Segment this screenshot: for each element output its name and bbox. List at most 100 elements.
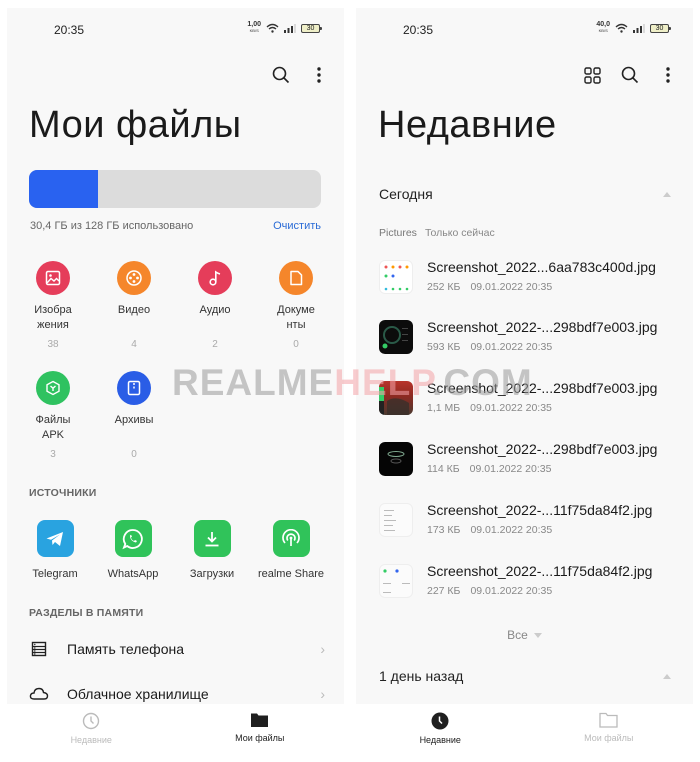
wireless-share-icon <box>282 528 300 546</box>
my-files-body: 20:35 1,00 KB/S 30 Мои файлы 30,4 ГБ из 1… <box>7 8 344 704</box>
chevron-right-icon: › <box>320 686 325 702</box>
category-icon-bg <box>36 371 70 405</box>
search-button[interactable] <box>619 64 641 86</box>
telegram-icon <box>46 531 63 546</box>
category-apk[interactable]: Файлы APK 3 <box>13 371 93 460</box>
more-options-button[interactable] <box>657 64 679 86</box>
my-files-screen: 20:35 1,00 KB/S 30 Мои файлы 30,4 ГБ из 1… <box>7 8 344 762</box>
clean-button[interactable]: Очистить <box>273 220 321 232</box>
group-yesterday-header[interactable]: 1 день назад <box>379 668 671 684</box>
image-thumbnail-icon <box>387 451 405 464</box>
category-audio[interactable]: Аудио 2 <box>175 261 255 350</box>
show-all-label: Все <box>507 628 528 642</box>
category-count: 38 <box>47 339 59 350</box>
storage-usage-bar[interactable] <box>29 170 321 208</box>
category-video[interactable]: Видео 4 <box>94 261 174 350</box>
status-bar: 20:35 1,00 KB/S 30 <box>7 8 344 48</box>
category-documents[interactable]: Докуме нты 0 <box>256 261 336 350</box>
nav-my-files-tab[interactable]: Мои файлы <box>176 704 345 762</box>
source-whatsapp[interactable]: WhatsApp <box>93 520 173 580</box>
category-count: 0 <box>293 339 299 350</box>
chevron-right-icon: › <box>320 641 325 657</box>
file-item[interactable]: Screenshot_2022-...298bdf7e003.jpg 1,1 М… <box>379 378 679 418</box>
status-icons: 40,0 KB/S 30 <box>596 21 671 34</box>
group-today-header[interactable]: Сегодня <box>379 186 671 202</box>
file-size: 114 КБ <box>427 463 460 475</box>
file-item[interactable]: Screenshot_2022-...298bdf7e003.jpg 114 К… <box>379 439 679 479</box>
download-icon <box>205 531 219 546</box>
source-realme-share[interactable]: realme Share <box>251 520 331 580</box>
category-icon-bg <box>36 261 70 295</box>
file-date: 09.01.2022 20:35 <box>470 524 553 536</box>
source-telegram[interactable]: Telegram <box>15 520 95 580</box>
category-icon-bg <box>279 261 313 295</box>
collapse-arrow-icon <box>663 673 671 679</box>
net-speed-value: 1,00 <box>247 21 261 28</box>
more-options-button[interactable] <box>308 64 330 86</box>
source-icon-bg <box>36 520 74 557</box>
source-downloads[interactable]: Загрузки <box>172 520 252 580</box>
nav-my-files-tab[interactable]: Мои файлы <box>525 704 694 762</box>
file-meta: 114 КБ 09.01.2022 20:35 <box>427 463 551 475</box>
file-size: 227 КБ <box>427 585 461 597</box>
category-count: 3 <box>50 449 56 460</box>
nav-recent-tab[interactable]: Недавние <box>7 704 176 762</box>
net-speed-unit: KB/S <box>598 28 608 33</box>
sources-heading: ИСТОЧНИКИ <box>29 487 97 499</box>
folder-name: Pictures <box>379 227 417 239</box>
source-label: realme Share <box>257 568 325 580</box>
file-size: 593 КБ <box>427 341 461 353</box>
file-item[interactable]: Screenshot_2022-...298bdf7e003.jpg 593 К… <box>379 317 679 357</box>
show-all-button[interactable]: Все <box>356 628 693 642</box>
cloud-storage-label: Облачное хранилище <box>67 686 209 702</box>
file-name: Screenshot_2022-...298bdf7e003.jpg <box>427 319 658 335</box>
time-ago: Только сейчас <box>424 227 495 239</box>
bottom-navigation: Недавние Мои файлы <box>356 704 693 762</box>
source-icon-bg <box>193 520 231 557</box>
expand-arrow-icon <box>533 633 542 639</box>
film-reel-icon <box>126 270 142 286</box>
phone-storage-row[interactable]: Память телефона › <box>29 634 325 664</box>
nav-recent-tab[interactable]: Недавние <box>356 704 525 762</box>
thumbnail-light-grid <box>379 260 413 294</box>
toolbar <box>270 64 330 86</box>
source-label: Telegram <box>32 568 78 580</box>
file-item[interactable]: Screenshot_2022-...11f75da84f2.jpg 227 К… <box>379 561 679 601</box>
mem-icon-wrap <box>29 639 49 659</box>
recent-body: 20:35 40,0 KB/S 30 Недавние Сегодня Pict… <box>356 8 693 704</box>
category-images[interactable]: Изобра жения 38 <box>13 261 93 350</box>
source-label: Загрузки <box>189 568 235 580</box>
file-date: 09.01.2022 20:35 <box>470 341 553 353</box>
file-item[interactable]: Screenshot_2022...6aa783c400d.jpg 252 КБ… <box>379 257 679 297</box>
image-thumbnail-icon <box>379 387 409 415</box>
image-thumbnail-icon <box>384 265 409 291</box>
network-speed: 40,0 KB/S <box>596 21 610 34</box>
file-name: Screenshot_2022-...298bdf7e003.jpg <box>427 441 658 457</box>
image-thumbnail-icon <box>383 569 410 593</box>
toolbar <box>581 64 679 86</box>
network-speed: 1,00 KB/S <box>247 21 261 34</box>
file-date: 09.01.2022 20:35 <box>470 585 553 597</box>
category-label: Докуме нты <box>277 304 315 331</box>
file-item[interactable]: Screenshot_2022-...11f75da84f2.jpg 173 К… <box>379 500 679 540</box>
nav-label: Недавние <box>419 735 461 745</box>
source-icon-bg <box>114 520 152 557</box>
file-meta: 593 КБ 09.01.2022 20:35 <box>427 341 552 353</box>
battery-indicator: 30 <box>301 23 322 33</box>
category-archives[interactable]: Архивы 0 <box>94 371 174 460</box>
status-time: 20:35 <box>403 23 434 37</box>
nav-label: Мои файлы <box>235 733 285 743</box>
net-speed-value: 40,0 <box>596 21 610 28</box>
image-icon <box>45 270 61 286</box>
cloud-storage-row[interactable]: Облачное хранилище › <box>29 679 325 704</box>
storage-usage-text: 30,4 ГБ из 128 ГБ использовано <box>30 220 194 232</box>
battery-indicator: 30 <box>650 23 671 33</box>
thumbnail-dark-ring <box>379 442 413 476</box>
source-label: WhatsApp <box>107 568 159 580</box>
file-date: 09.01.2022 20:35 <box>469 463 552 475</box>
grid-view-button[interactable] <box>581 64 603 86</box>
search-button[interactable] <box>270 64 292 86</box>
category-label: Архивы <box>114 414 154 426</box>
file-size: 1,1 МБ <box>427 402 461 414</box>
category-label: Файлы APK <box>35 414 71 441</box>
